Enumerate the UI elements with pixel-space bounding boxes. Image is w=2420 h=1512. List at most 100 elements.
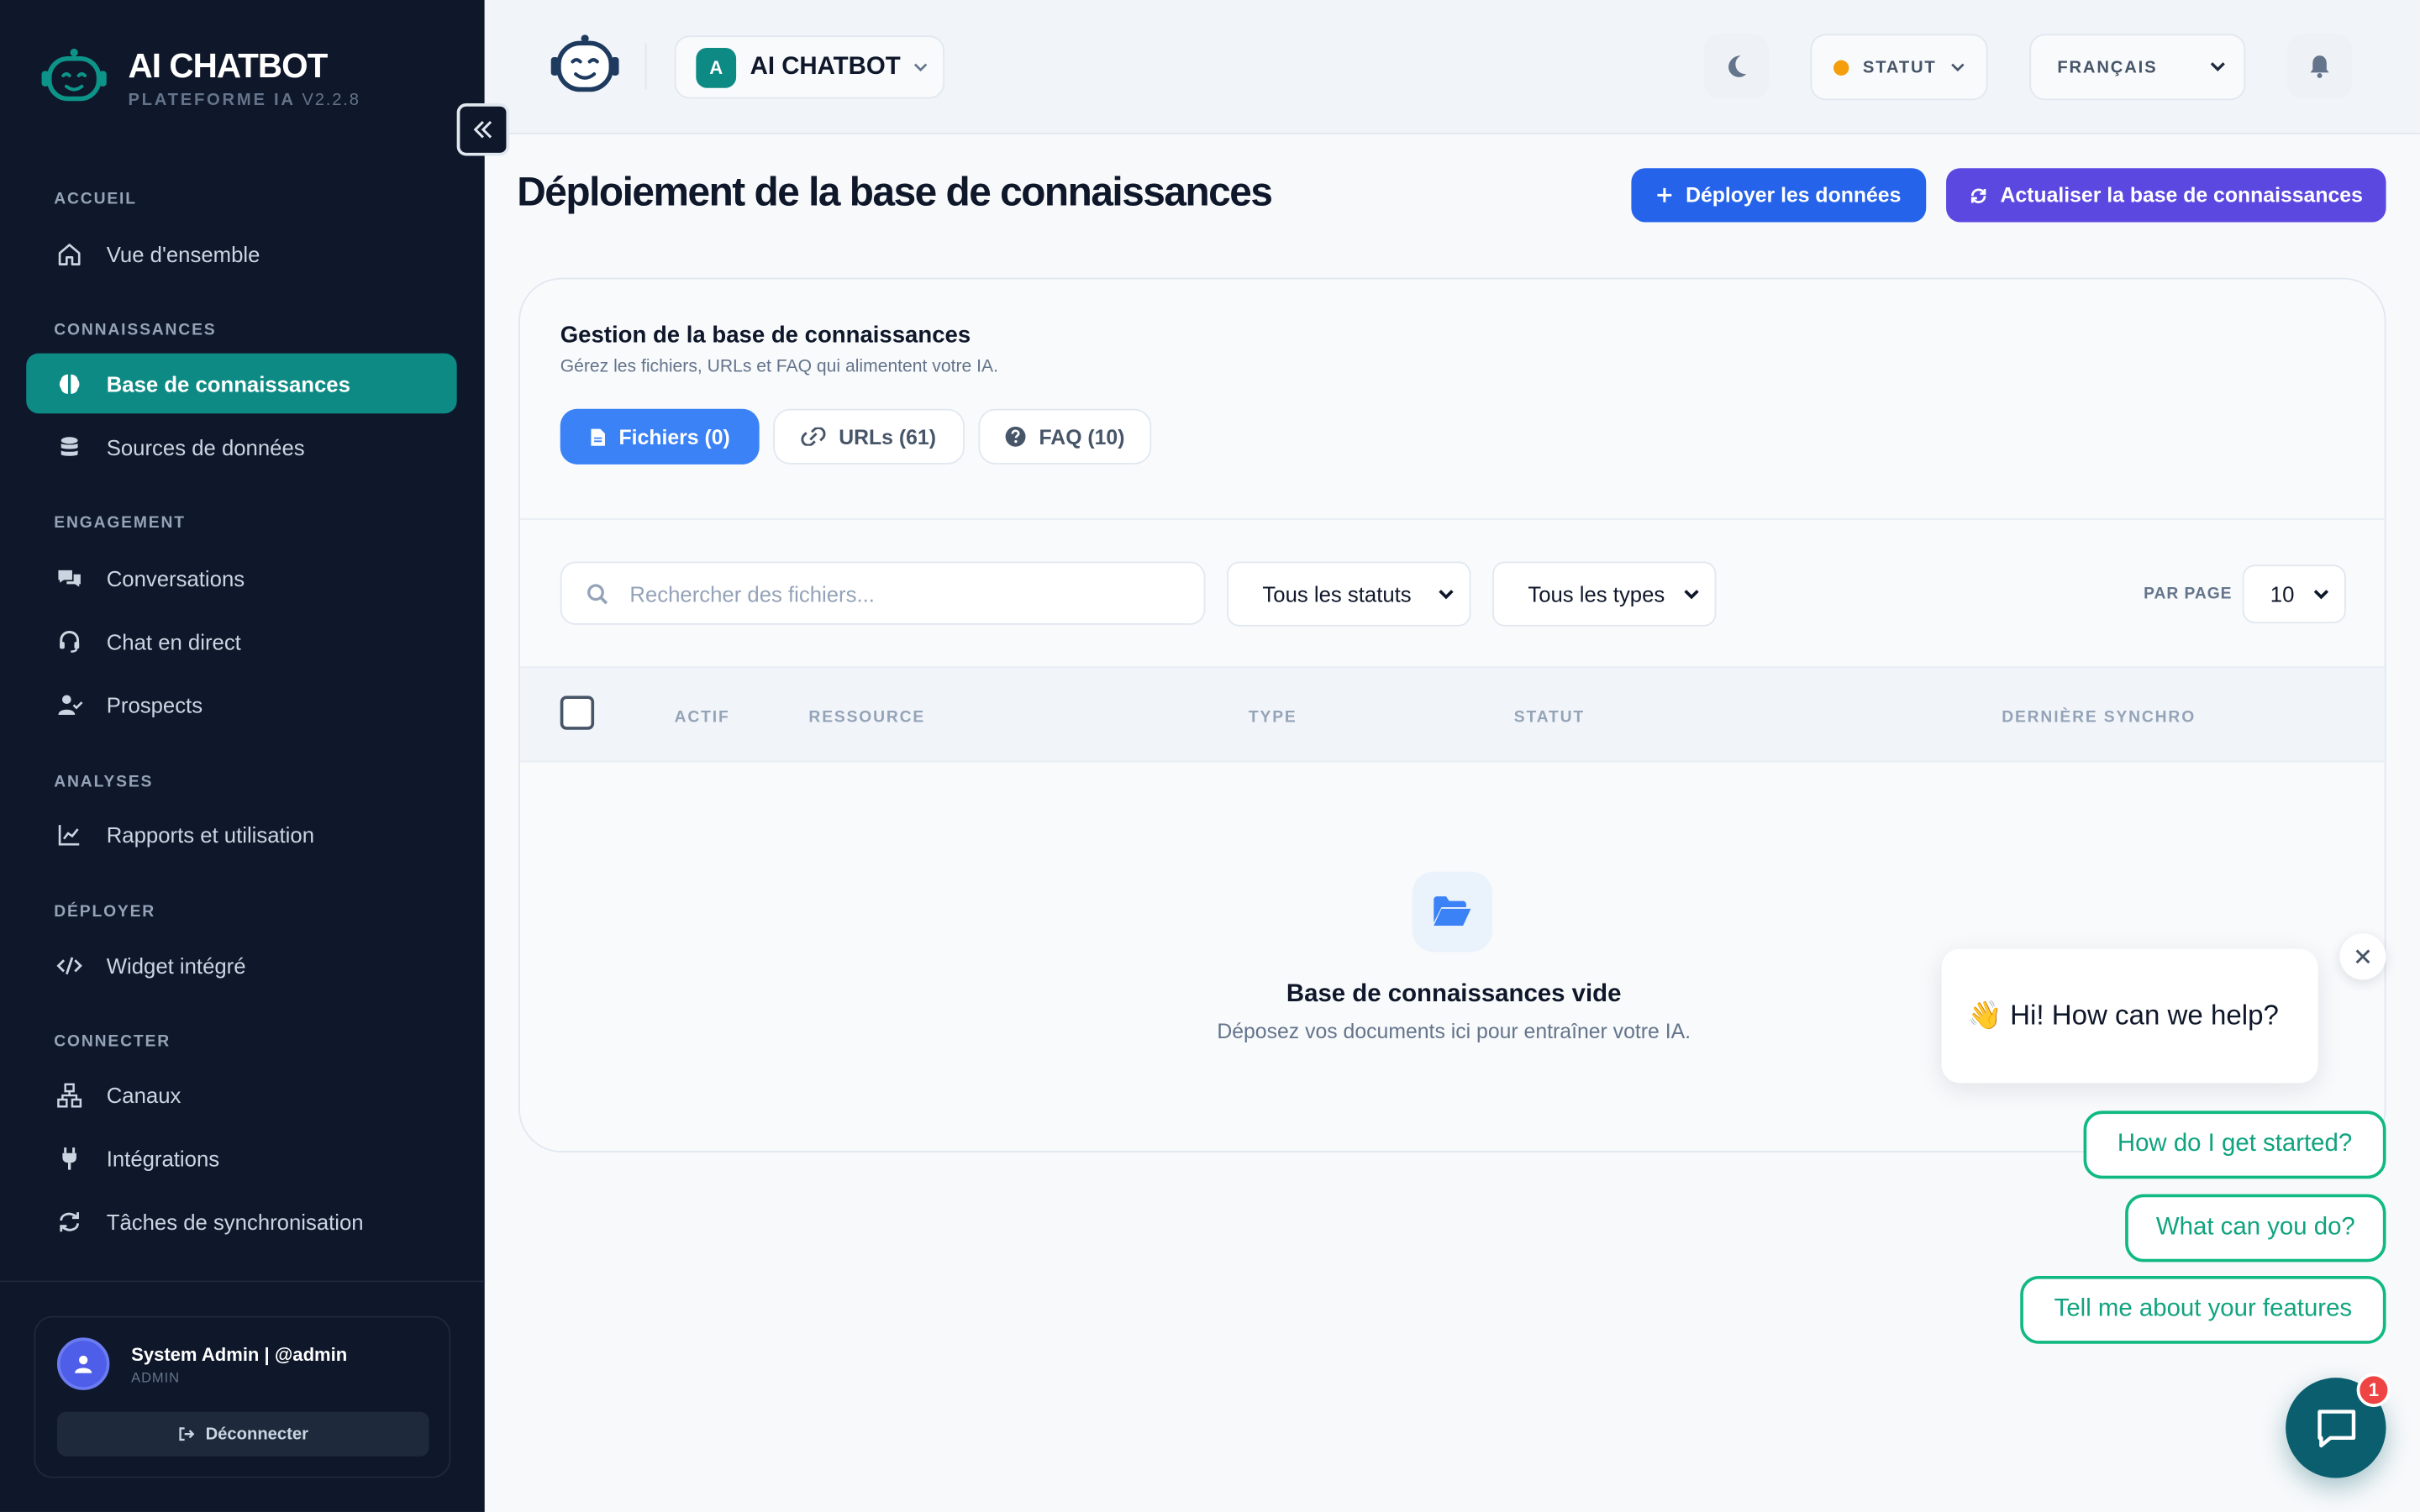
sidebar-item-label: Rapports et utilisation: [106, 822, 315, 847]
quick-reply-get-started[interactable]: How do I get started?: [2083, 1110, 2386, 1179]
sidebar-item-sync-tasks[interactable]: Tâches de synchronisation: [26, 1191, 456, 1252]
quick-reply-what-can-you-do[interactable]: What can you do?: [2125, 1194, 2386, 1263]
deploy-label: Déployer les données: [1686, 183, 1902, 207]
search-icon: [587, 583, 608, 604]
per-page-select[interactable]: 10: [2242, 564, 2346, 624]
plus-icon: [1657, 187, 1672, 202]
refresh-label: Actualiser la base de connaissances: [2000, 183, 2363, 207]
logout-icon: [179, 1427, 195, 1441]
question-circle-icon: [1006, 426, 1026, 447]
status-label: STATUT: [1862, 57, 1937, 76]
select-all-checkbox[interactable]: [560, 696, 595, 730]
refresh-knowledge-base-button[interactable]: Actualiser la base de connaissances: [1946, 168, 2386, 223]
version: V2.2.8: [302, 91, 360, 110]
chat-notification-badge: 1: [2356, 1373, 2391, 1408]
column-header-type[interactable]: TYPE: [1249, 708, 1297, 727]
workspace-selector[interactable]: A AI CHATBOT: [674, 35, 945, 99]
column-header-resource[interactable]: RESSOURCE: [808, 708, 925, 727]
tab-urls[interactable]: URLs (61): [773, 408, 965, 465]
workspace-badge: A: [696, 47, 737, 87]
sidebar-item-channels[interactable]: Canaux: [26, 1064, 456, 1125]
section-label-connaissances: CONNAISSANCES: [54, 321, 217, 340]
deploy-data-button[interactable]: Déployer les données: [1631, 168, 1927, 223]
chevron-down-icon: [1684, 590, 1699, 600]
headset-icon: [54, 626, 85, 657]
sidebar-item-overview[interactable]: Vue d'ensemble: [26, 223, 456, 284]
user-role: ADMIN: [131, 1369, 180, 1386]
language-select[interactable]: FRANÇAIS: [2029, 34, 2246, 101]
sidebar-item-label: Tâches de synchronisation: [106, 1209, 364, 1234]
folder-open-icon: [1434, 896, 1471, 927]
logout-button[interactable]: Déconnecter: [56, 1411, 429, 1457]
column-header-active[interactable]: ACTIF: [675, 708, 730, 727]
column-header-last-sync[interactable]: DERNIÈRE SYNCHRO: [2002, 708, 2196, 727]
table-header: ACTIF RESSOURCE TYPE STATUT DERNIÈRE SYN…: [519, 666, 2385, 763]
users-icon: [54, 689, 85, 720]
column-header-status[interactable]: STATUT: [1514, 708, 1585, 727]
type-filter-select[interactable]: Tous les types: [1492, 561, 1717, 627]
card-title: Gestion de la base de connaissances: [560, 322, 971, 349]
tab-files[interactable]: Fichiers (0): [560, 408, 760, 465]
section-label-deployer: DÉPLOYER: [54, 902, 156, 921]
sidebar-item-label: Sources de données: [106, 434, 305, 459]
workspace-name: AI CHATBOT: [750, 53, 901, 80]
page-title: Déploiement de la base de connaissances: [517, 168, 1273, 215]
chevron-down-icon: [2210, 62, 2225, 71]
status-filter-select[interactable]: Tous les statuts: [1227, 561, 1471, 627]
status-filter-value: Tous les statuts: [1262, 581, 1412, 606]
header-divider: [644, 43, 647, 90]
chevron-down-icon: [2313, 590, 2329, 600]
link-icon: [802, 427, 827, 446]
sidebar-item-live-chat[interactable]: Chat en direct: [26, 611, 456, 671]
search-box[interactable]: [560, 561, 1206, 625]
section-label-analyses: ANALYSES: [54, 773, 154, 792]
empty-state-icon: [1412, 871, 1493, 953]
close-icon: [2355, 949, 2370, 964]
avatar[interactable]: [56, 1337, 110, 1390]
sidebar-item-label: Widget intégré: [106, 953, 246, 978]
top-header: A AI CHATBOT STATUT FRANÇAIS: [484, 0, 2420, 134]
section-label-accueil: ACCUEIL: [54, 189, 137, 208]
brand[interactable]: AI CHATBOT PLATEFORME IA V2.2.8: [37, 40, 360, 114]
card-divider: [519, 518, 2385, 520]
chevron-down-icon: [1950, 63, 1965, 72]
sidebar: AI CHATBOT PLATEFORME IA V2.2.8 ACCUEIL …: [0, 0, 485, 1512]
brand-title: AI CHATBOT: [128, 46, 328, 86]
chart-line-icon: [54, 818, 85, 849]
sidebar-item-label: Intégrations: [106, 1145, 220, 1171]
sidebar-item-conversations[interactable]: Conversations: [26, 548, 456, 608]
network-icon: [54, 1079, 85, 1110]
quick-reply-features[interactable]: Tell me about your features: [2020, 1275, 2386, 1344]
tab-faq[interactable]: FAQ (10): [978, 408, 1152, 465]
notifications-button[interactable]: [2286, 34, 2353, 99]
sidebar-item-reports[interactable]: Rapports et utilisation: [26, 804, 456, 864]
sidebar-collapse-button[interactable]: [456, 103, 510, 156]
sidebar-item-widget[interactable]: Widget intégré: [26, 935, 456, 995]
sidebar-item-label: Canaux: [106, 1082, 182, 1107]
status-dot: [1833, 59, 1849, 76]
search-input[interactable]: [629, 580, 1155, 606]
card-subtitle: Gérez les fichiers, URLs et FAQ qui alim…: [560, 358, 998, 377]
sidebar-item-label: Vue d'ensemble: [106, 241, 260, 266]
home-icon: [54, 239, 85, 270]
chat-close-button[interactable]: [2339, 933, 2386, 980]
sidebar-item-integrations[interactable]: Intégrations: [26, 1128, 456, 1189]
brain-icon: [54, 368, 85, 399]
user-card: System Admin | @admin ADMIN Déconnecter: [34, 1315, 451, 1478]
sidebar-item-label: Prospects: [106, 691, 203, 717]
chat-icon: [2317, 1409, 2355, 1447]
sync-icon: [54, 1205, 85, 1236]
robot-logo-icon: [550, 34, 619, 92]
sidebar-item-knowledge-base[interactable]: Base de connaissances: [26, 353, 457, 414]
user-icon: [75, 1355, 92, 1373]
user-name: System Admin | @admin: [131, 1343, 348, 1366]
section-label-engagement: ENGAGEMENT: [54, 513, 186, 533]
brand-subtitle: PLATEFORME IA V2.2.8: [128, 91, 360, 110]
sidebar-item-data-sources[interactable]: Sources de données: [26, 417, 456, 477]
tab-label: URLs (61): [839, 425, 936, 449]
tab-label: FAQ (10): [1039, 425, 1125, 449]
status-dropdown[interactable]: STATUT: [1810, 34, 1988, 101]
sidebar-item-label: Chat en direct: [106, 628, 241, 654]
sidebar-item-prospects[interactable]: Prospects: [26, 675, 456, 735]
theme-toggle-button[interactable]: [1703, 34, 1769, 99]
